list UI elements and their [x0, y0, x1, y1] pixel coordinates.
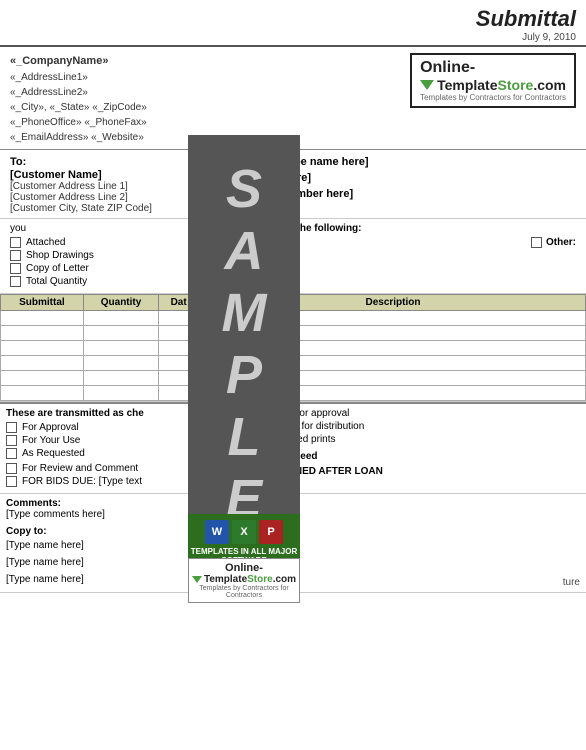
logo-arrow-icon	[420, 80, 434, 90]
comments-value: [Type comments here]	[6, 509, 193, 520]
company-info: «_CompanyName» «_AddressLine1» «_Address…	[10, 53, 147, 145]
logo-line1: Online-	[420, 59, 566, 77]
address-line2: [Customer Address Line 2]	[10, 192, 210, 203]
table-row	[1, 325, 199, 340]
transmitted-label: you	[10, 223, 203, 234]
cb-review[interactable]	[6, 463, 17, 474]
logo-arrow-bottom	[192, 576, 202, 583]
copy-item: [Type name here]	[6, 571, 193, 588]
checkbox-other[interactable]	[531, 237, 542, 248]
logo-bottom-tagline: Templates by Contractors for Contractors	[192, 585, 296, 599]
transmitted-as-left: These are transmitted as che For Approva…	[0, 404, 200, 493]
sample-overlay: SAMPLE	[188, 135, 300, 555]
table-row	[1, 340, 199, 355]
company-address1: «_AddressLine1»	[10, 70, 147, 85]
table-row	[1, 355, 199, 370]
list-item: Copy of Letter	[10, 263, 203, 274]
checkbox-list: Attached Shop Drawings Copy of Letter To…	[10, 237, 203, 287]
logo-line2: TemplateStore.com	[420, 77, 566, 93]
table-row	[1, 310, 199, 325]
customer-name: [Customer Name]	[10, 169, 210, 181]
checkbox-attached[interactable]	[10, 237, 21, 248]
city-state-zip: [Customer City, State ZIP Code]	[10, 203, 210, 214]
col-submittal: Submittal	[1, 294, 84, 310]
checkboxes-left: you Attached Shop Drawings Copy of Lette…	[10, 223, 210, 289]
word-icon: W	[205, 520, 229, 544]
company-city-state-zip: «_City», «_State» «_ZipCode»	[10, 100, 147, 115]
cb-approval[interactable]	[6, 422, 17, 433]
excel-icon: X	[232, 520, 256, 544]
company-address2: «_AddressLine2»	[10, 85, 147, 100]
list-item: As Requested	[6, 448, 193, 459]
logo-overlay-bottom: Online- TemplateStore.com Templates by C…	[188, 558, 300, 603]
comments-label: Comments:	[6, 498, 193, 509]
list-item: Attached	[10, 237, 203, 248]
header-right: Submittal July 9, 2010	[476, 6, 576, 43]
signature-label: ture	[563, 577, 580, 588]
other-label: Other:	[546, 237, 576, 248]
table-row	[1, 385, 199, 400]
checkbox-total[interactable]	[10, 276, 21, 287]
logo-box: Online- TemplateStore.com Templates by C…	[410, 53, 576, 108]
company-email: «_EmailAddress» «_Website»	[10, 130, 147, 145]
list-item: Total Quantity	[10, 276, 203, 287]
to-label: To:	[10, 156, 210, 168]
sample-text: SAMPLE	[213, 159, 275, 531]
copy-item: [Type name here]	[6, 537, 193, 554]
cb-bids[interactable]	[6, 476, 17, 487]
to-left: To: [Customer Name] [Customer Address Li…	[10, 156, 210, 214]
company-phone: «_PhoneOffice» «_PhoneFax»	[10, 115, 147, 130]
cb-as-requested[interactable]	[6, 448, 17, 459]
logo-bottom-line2: TemplateStore.com	[192, 574, 296, 585]
list-item: For Your Use	[6, 435, 193, 446]
checkbox-shop[interactable]	[10, 250, 21, 261]
templates-icons: W X P	[190, 520, 298, 544]
comments-copy-section: Comments: [Type comments here] Copy to: …	[0, 494, 200, 592]
page-title: Submittal	[476, 6, 576, 32]
other-col: Other:	[531, 237, 576, 270]
list-item: For Approval	[6, 422, 193, 433]
header-date: July 9, 2010	[476, 32, 576, 43]
copy-item: [Type name here]	[6, 554, 193, 571]
cb-your-use[interactable]	[6, 435, 17, 446]
table-left: Submittal Quantity Dat	[0, 294, 200, 401]
submittal-table: Submittal Quantity Dat	[0, 294, 199, 401]
logo-bottom-line1: Online-	[192, 562, 296, 574]
checkbox-copy[interactable]	[10, 263, 21, 274]
address-line1: [Customer Address Line 1]	[10, 181, 210, 192]
list-item: For Review and Comment	[6, 463, 193, 474]
header: Submittal July 9, 2010	[0, 0, 586, 47]
company-name: «_CompanyName»	[10, 53, 147, 70]
copy-items: [Type name here] [Type name here] [Type …	[6, 537, 193, 588]
list-item: Shop Drawings	[10, 250, 203, 261]
transmitted-as-title: These are transmitted as che	[6, 408, 193, 419]
logo-tagline: Templates by Contractors for Contractors	[420, 93, 566, 102]
table-row	[1, 370, 199, 385]
col-quantity: Quantity	[83, 294, 158, 310]
transmitted-as-list: For Approval For Your Use As Requested F…	[6, 422, 193, 487]
pdf-icon: P	[259, 520, 283, 544]
copy-label: Copy to:	[6, 526, 193, 537]
list-item: FOR BIDS DUE: [Type text	[6, 476, 193, 487]
